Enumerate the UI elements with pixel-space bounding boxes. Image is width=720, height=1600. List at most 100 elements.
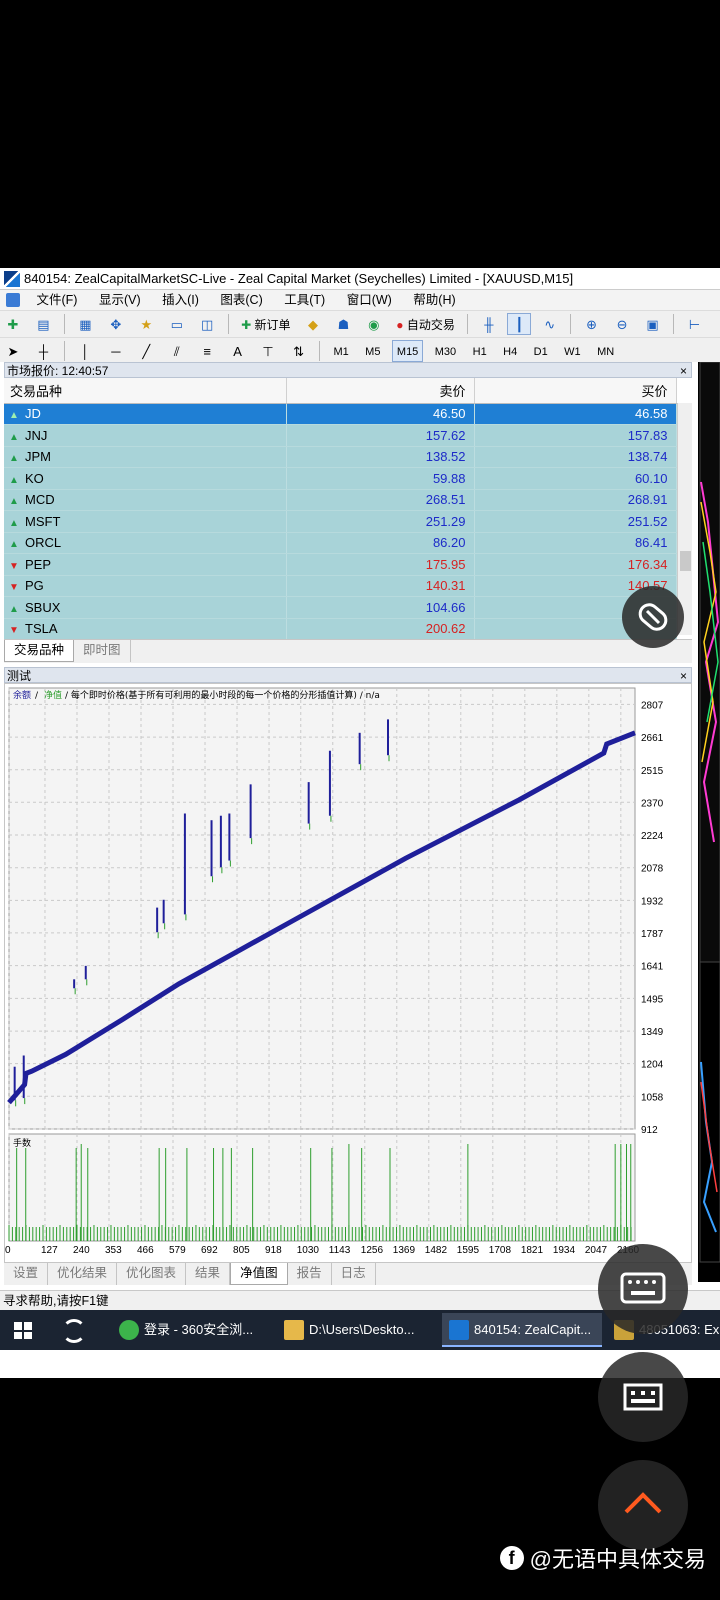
tab-tick-chart[interactable]: 即时图 [74, 640, 131, 662]
community-icon[interactable]: ☗ [331, 313, 355, 335]
floating-link-button[interactable] [622, 586, 684, 648]
horizontal-line-icon[interactable]: ─ [104, 340, 128, 362]
timeframe-mn[interactable]: MN [592, 340, 619, 362]
y-tick-label: 1058 [641, 1092, 664, 1103]
menu-file[interactable]: 文件(F) [27, 290, 86, 310]
drawing-toolbar: ➤ ┼ │ ─ ╱ ⫽ ≡ A ⊤ ⇅ M1 M5 M15 M30 H1 H4 … [0, 337, 720, 362]
tile-windows-icon[interactable]: ▣ [641, 313, 665, 335]
x-tick-label: 1595 [457, 1245, 480, 1256]
timeframe-d1[interactable]: D1 [529, 340, 553, 362]
menu-tools[interactable]: 工具(T) [275, 290, 334, 310]
column-header-symbol[interactable]: 交易品种 [4, 378, 287, 404]
timeframe-h1[interactable]: H1 [468, 340, 492, 362]
taskbar-item-explorer[interactable]: D:\Users\Deskto... [277, 1313, 437, 1347]
taskbar-item-terminal[interactable]: 840154: ZealCapit... [442, 1313, 602, 1347]
close-icon[interactable]: × [680, 668, 687, 684]
table-row[interactable]: ▲ JD 46.50 46.58 [4, 403, 677, 425]
text-tool-icon[interactable]: A [226, 340, 250, 362]
symbol-cell: ▲ KO [4, 467, 287, 490]
symbol-cell: ▼ TSLA [4, 618, 287, 640]
timeframe-m15[interactable]: M15 [391, 340, 424, 362]
table-row[interactable]: ▲ MCD 268.51 268.91 [4, 489, 677, 511]
timeframe-w1[interactable]: W1 [559, 340, 586, 362]
tab-results[interactable]: 结果 [186, 1263, 231, 1285]
text-label-icon[interactable]: ⊤ [256, 340, 280, 362]
metaeditor-icon[interactable]: ◆ [301, 313, 325, 335]
line-chart-icon[interactable]: ∿ [538, 313, 562, 335]
navigator-icon[interactable]: ★ [134, 313, 158, 335]
menu-insert[interactable]: 插入(I) [153, 290, 208, 310]
up-arrow-icon: ▲ [9, 496, 19, 508]
windows-start-icon[interactable] [14, 1322, 32, 1339]
menu-window[interactable]: 窗口(W) [338, 290, 401, 310]
table-row[interactable]: ▼PG140.31140.57 [4, 575, 677, 597]
terminal-icon[interactable]: ▭ [165, 313, 189, 335]
vertical-line-icon[interactable]: │ [73, 340, 97, 362]
table-row[interactable]: ▼ TSLA 200.62 [4, 618, 677, 640]
ask-cell: 138.74 [474, 446, 677, 468]
table-row[interactable]: ▲ MSFT 251.29 251.52 [4, 510, 677, 533]
x-tick-label: 353 [105, 1245, 122, 1256]
keyboard-icon [620, 1272, 666, 1304]
system-menu-icon[interactable] [6, 293, 20, 307]
floating-subtitles-button[interactable] [598, 1352, 688, 1442]
floating-keyboard-button[interactable] [598, 1244, 688, 1334]
auto-trading-button[interactable]: ● 自动交易 [392, 313, 459, 335]
data-window-icon[interactable]: ✥ [104, 313, 128, 335]
column-header-bid[interactable]: 卖价 [286, 378, 475, 404]
column-header-ask[interactable]: 买价 [474, 378, 677, 404]
trendline-icon[interactable]: ╱ [134, 340, 158, 362]
menu-charts[interactable]: 图表(C) [211, 290, 271, 310]
tab-settings[interactable]: 设置 [4, 1263, 49, 1285]
signal-icon[interactable]: ◉ [362, 313, 386, 335]
tab-optimization-results[interactable]: 优化结果 [48, 1263, 118, 1285]
zoom-out-icon[interactable]: ⊖ [610, 313, 634, 335]
new-order-button[interactable]: ✚ 新订单 [237, 313, 294, 335]
table-row[interactable]: ▲ KO 59.88 60.10 [4, 467, 677, 490]
ask-cell: 86.41 [474, 532, 677, 554]
volume-plot-area [8, 1133, 636, 1242]
close-icon[interactable]: × [680, 363, 687, 379]
bid-cell: 46.50 [286, 403, 475, 425]
candlestick-icon[interactable]: ┃ [507, 313, 532, 335]
symbol-name: KO [25, 470, 44, 486]
tab-journal[interactable]: 日志 [332, 1263, 376, 1285]
tab-symbols[interactable]: 交易品种 [4, 640, 75, 662]
window-title: 840154: ZealCapitalMarketSC-Live - Zeal … [24, 271, 574, 286]
zoom-in-icon[interactable]: ⊕ [580, 313, 604, 335]
chart-shift-icon[interactable]: ⊢ [682, 313, 706, 335]
symbol-cell: ▼ PEP [4, 553, 287, 576]
profiles-icon[interactable]: ▤ [31, 313, 55, 335]
menu-help[interactable]: 帮助(H) [404, 290, 464, 310]
table-row[interactable]: ▼ PEP 175.95 176.34 [4, 553, 677, 576]
market-watch-header: 市场报价: 12:40:57 × [4, 362, 692, 378]
timeframe-m5[interactable]: M5 [360, 340, 385, 362]
arrows-icon[interactable]: ⇅ [287, 340, 311, 362]
bar-chart-icon[interactable]: ╫ [477, 313, 501, 335]
folder-icon [284, 1320, 304, 1340]
tab-optimization-graph[interactable]: 优化图表 [117, 1263, 187, 1285]
bid-cell: 268.51 [286, 489, 475, 511]
table-row[interactable]: ▲ SBUX 104.66 [4, 596, 677, 619]
scrollbar-thumb[interactable] [680, 551, 691, 571]
table-row[interactable]: ▲ JNJ 157.62 157.83 [4, 424, 677, 447]
menu-view[interactable]: 显示(V) [90, 290, 150, 310]
strategy-tester-icon[interactable]: ◫ [195, 313, 219, 335]
table-row[interactable]: ▲ JPM 138.52 138.74 [4, 446, 677, 468]
timeframe-m30[interactable]: M30 [430, 340, 461, 362]
tab-equity-graph[interactable]: 净值图 [230, 1263, 288, 1285]
market-watch-icon[interactable]: ▦ [73, 313, 97, 335]
pinwheel-app-icon[interactable] [62, 1319, 86, 1343]
fibonacci-icon[interactable]: ≡ [195, 340, 219, 362]
standard-toolbar: ✚ ▤ ▦ ✥ ★ ▭ ◫ ✚ 新订单 ◆ ☗ ◉ ● 自动交易 ╫ ┃ ∿ ⊕… [0, 310, 720, 337]
crosshair-icon[interactable]: ┼ [31, 340, 55, 362]
floating-collapse-button[interactable] [598, 1460, 688, 1550]
new-chart-icon[interactable]: ✚ [1, 313, 25, 335]
tab-report[interactable]: 报告 [288, 1263, 332, 1285]
cursor-icon[interactable]: ➤ [1, 340, 25, 362]
channel-icon[interactable]: ⫽ [165, 340, 189, 362]
timeframe-m1[interactable]: M1 [328, 340, 353, 362]
taskbar-item-browser[interactable]: 登录 - 360安全浏... [112, 1313, 272, 1347]
timeframe-h4[interactable]: H4 [498, 340, 522, 362]
table-row[interactable]: ▲ ORCL 86.20 86.41 [4, 532, 677, 554]
